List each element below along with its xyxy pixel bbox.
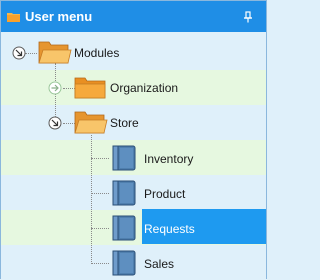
pin-icon[interactable] [243,11,253,23]
tree-line [91,263,109,264]
tree-label-inventory: Inventory [144,152,194,166]
collapse-icon[interactable] [48,116,62,130]
tree-label-modules: Modules [74,46,120,60]
book-icon [112,180,136,206]
panel-title: User menu [25,9,93,24]
tree-label-product: Product [144,187,186,201]
folder-open-icon [74,111,108,134]
collapse-icon[interactable] [12,46,26,60]
book-icon [112,250,136,276]
tree-line [25,53,37,54]
folder-open-icon [38,41,72,64]
user-menu-panel: User menu Modules Organization Store Inv… [0,0,267,280]
tree-line [91,135,92,264]
tree-label-sales: Sales [144,257,175,271]
tree-line [91,228,109,229]
tree-label-store: Store [110,116,139,130]
expand-icon[interactable] [48,81,62,95]
tree-label-organization: Organization [110,81,179,95]
book-icon [112,145,136,171]
folder-icon [7,13,20,22]
book-icon [112,215,136,241]
tree-line [91,158,109,159]
folder-icon [74,77,106,99]
tree-line [91,193,109,194]
panel-titlebar: User menu [1,1,266,32]
tree-label-requests: Requests [144,222,195,236]
